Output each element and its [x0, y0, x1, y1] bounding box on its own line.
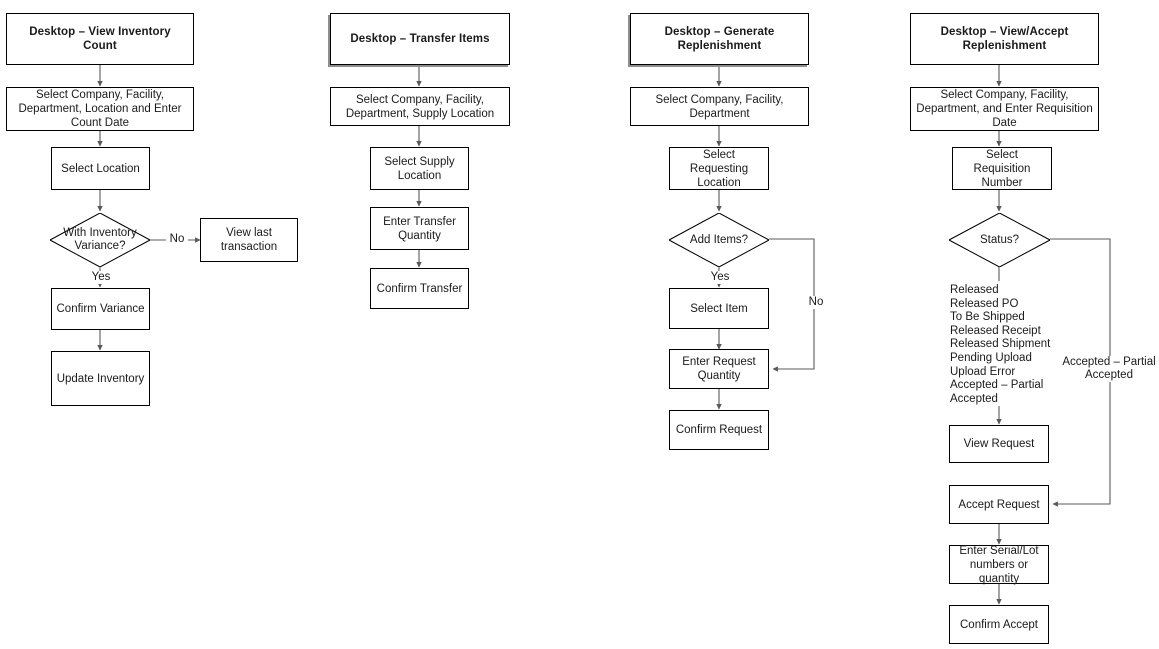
flow1-decision-inventory-variance-label: With Inventory Variance?: [63, 227, 137, 252]
flow1-header-box[interactable]: Desktop – View Inventory Count: [6, 13, 194, 65]
flow1-step-confirm-variance-label: Confirm Variance: [56, 303, 145, 315]
flow4-header-box[interactable]: Desktop – View/Accept Replenishment: [910, 13, 1099, 65]
flow1-step-select-company[interactable]: Select Company, Facility, Department, Lo…: [6, 87, 194, 131]
flow4-step-accept-request[interactable]: Accept Request: [949, 485, 1049, 524]
flow4-step-confirm-accept[interactable]: Confirm Accept: [949, 605, 1049, 644]
flow2-header-box[interactable]: Desktop – Transfer Items: [330, 13, 510, 65]
flow2-step-enter-transfer-quantity[interactable]: Enter Transfer Quantity: [370, 207, 469, 250]
flowchart-canvas: Desktop – View Inventory Count Select Co…: [0, 0, 1159, 649]
flow1-edge-label-no: No: [166, 233, 188, 246]
flow2-step-select-company[interactable]: Select Company, Facility, Department, Su…: [330, 87, 510, 126]
flow3-decision-add-items-label: Add Items?: [689, 233, 749, 246]
flow1-step-select-company-label: Select Company, Facility, Department, Lo…: [18, 89, 182, 129]
flow4-step-select-company-label: Select Company, Facility, Department, an…: [916, 89, 1093, 129]
flow4-status-options-list: Released Released PO To Be Shipped Relea…: [950, 284, 1060, 407]
flow1-decision-inventory-variance[interactable]: With Inventory Variance?: [50, 213, 150, 267]
flow2-step-enter-transfer-quantity-label: Enter Transfer Quantity: [383, 215, 456, 242]
flow4-edge-label-accepted-partial: Accepted – Partial Accepted: [1059, 356, 1159, 382]
flow3-edge-label-no: No: [806, 296, 826, 309]
flow1-edge-label-yes: Yes: [87, 271, 115, 284]
flow4-step-confirm-accept-label: Confirm Accept: [960, 618, 1038, 631]
flow3-step-select-requesting-location-label: Select Requesting Location: [689, 148, 749, 189]
flow4-step-enter-serial-lot-label: Enter Serial/Lot numbers or quantity: [959, 544, 1039, 585]
flow4-step-view-request[interactable]: View Request: [949, 425, 1049, 463]
flow1-step-view-last-transaction-label: View last transaction: [220, 227, 278, 253]
flow4-decision-status[interactable]: Status?: [949, 213, 1050, 267]
flow3-decision-add-items[interactable]: Add Items?: [669, 213, 769, 267]
flow3-step-enter-request-quantity-label: Enter Request Quantity: [682, 356, 756, 382]
flow1-step-confirm-variance[interactable]: Confirm Variance: [51, 288, 150, 330]
flow3-header-box[interactable]: Desktop – Generate Replenishment: [630, 13, 809, 65]
flow3-step-select-company[interactable]: Select Company, Facility, Department: [630, 87, 809, 126]
flow3-step-confirm-request-label: Confirm Request: [675, 424, 763, 436]
flow4-header-label: Desktop – View/Accept Replenishment: [940, 26, 1069, 52]
flow3-step-select-company-label: Select Company, Facility, Department: [655, 93, 784, 120]
flow1-step-update-inventory[interactable]: Update Inventory: [51, 351, 150, 406]
flow3-step-enter-request-quantity[interactable]: Enter Request Quantity: [669, 349, 769, 389]
flow3-step-confirm-request[interactable]: Confirm Request: [669, 410, 769, 450]
flow2-step-select-supply-location-label: Select Supply Location: [384, 155, 455, 182]
flow3-step-select-item-label: Select Item: [690, 302, 748, 315]
flow3-step-select-requesting-location[interactable]: Select Requesting Location: [669, 147, 769, 190]
flow4-step-select-requisition-number-label: Select Requisition Number: [973, 148, 1031, 189]
flow1-header-label: Desktop – View Inventory Count: [29, 26, 171, 52]
flow2-step-select-supply-location[interactable]: Select Supply Location: [370, 147, 469, 190]
flow4-step-accept-request-label: Accept Request: [958, 498, 1040, 511]
flow2-step-select-company-label: Select Company, Facility, Department, Su…: [345, 93, 495, 120]
flow3-header-label: Desktop – Generate Replenishment: [664, 26, 775, 52]
flow2-step-confirm-transfer-label: Confirm Transfer: [376, 282, 463, 295]
flow4-step-select-company[interactable]: Select Company, Facility, Department, an…: [910, 87, 1099, 131]
flow3-step-select-item[interactable]: Select Item: [669, 288, 769, 329]
flow4-decision-status-label: Status?: [980, 233, 1019, 246]
flow1-step-view-last-transaction[interactable]: View last transaction: [200, 218, 298, 262]
flow4-step-view-request-label: View Request: [963, 438, 1035, 450]
flow4-step-select-requisition-number[interactable]: Select Requisition Number: [952, 147, 1052, 190]
flow1-step-update-inventory-label: Update Inventory: [56, 372, 145, 385]
flow3-edge-label-yes: Yes: [706, 271, 734, 284]
flow2-step-confirm-transfer[interactable]: Confirm Transfer: [370, 268, 469, 309]
flow1-step-select-location[interactable]: Select Location: [51, 147, 150, 190]
flow2-header-label: Desktop – Transfer Items: [350, 33, 490, 45]
flow4-step-enter-serial-lot[interactable]: Enter Serial/Lot numbers or quantity: [949, 544, 1049, 585]
flow1-step-select-location-label: Select Location: [61, 162, 140, 175]
